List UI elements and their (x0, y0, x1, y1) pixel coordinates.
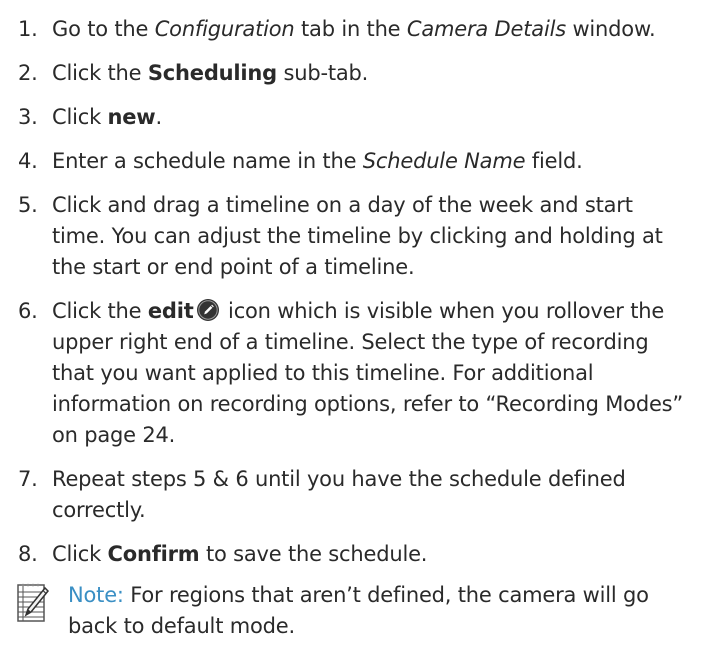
step-4: 4. Enter a schedule name in the Schedule… (18, 146, 690, 177)
button-name-confirm: Confirm (107, 542, 200, 566)
step-text: sub-tab. (277, 61, 369, 85)
step-text: tab in the (294, 17, 407, 41)
step-text: window. (565, 17, 656, 41)
step-7: 7. Repeat steps 5 & 6 until you have the… (18, 464, 690, 526)
step-number: 3. (18, 105, 38, 129)
step-text: Click (52, 542, 108, 566)
step-text: field. (525, 149, 583, 173)
field-name-schedule-name: Schedule Name (362, 149, 526, 173)
document-page: 1. Go to the Configuration tab in the Ca… (0, 0, 704, 662)
step-number: 8. (18, 542, 38, 566)
step-1: 1. Go to the Configuration tab in the Ca… (18, 14, 690, 45)
subtab-name-scheduling: Scheduling (147, 61, 277, 85)
step-2: 2. Click the Scheduling sub-tab. (18, 58, 690, 89)
note-body: For regions that aren’t defined, the cam… (68, 583, 649, 638)
step-5: 5. Click and drag a timeline on a day of… (18, 190, 690, 283)
step-number: 5. (18, 193, 38, 217)
step-text: Click and drag a timeline on a day of th… (52, 193, 663, 279)
step-number: 6. (18, 299, 38, 323)
step-text: Click the (52, 61, 148, 85)
step-8: 8. Click Confirm to save the schedule. (18, 539, 690, 570)
step-number: 4. (18, 149, 38, 173)
step-text: Enter a schedule name in the (52, 149, 363, 173)
step-text: Repeat steps 5 & 6 until you have the sc… (52, 467, 626, 522)
tab-name-configuration: Configuration (154, 17, 295, 41)
step-text: Click (52, 105, 108, 129)
step-6: 6. Click the edit icon which is visible … (18, 296, 690, 451)
action-name-edit: edit (147, 299, 194, 323)
note-text: Note: For regions that aren’t defined, t… (68, 580, 688, 642)
note-callout: Note: For regions that aren’t defined, t… (16, 580, 692, 650)
button-name-new: new (107, 105, 156, 129)
edit-icon (196, 298, 220, 322)
step-text: Go to the (52, 17, 155, 41)
step-3: 3. Click new. (18, 102, 690, 133)
note-label: Note: (68, 583, 124, 607)
notepad-pencil-icon (16, 582, 50, 624)
step-text: . (155, 105, 163, 129)
step-text: to save the schedule. (199, 542, 428, 566)
step-number: 7. (18, 467, 38, 491)
step-number: 2. (18, 61, 38, 85)
step-number: 1. (18, 17, 38, 41)
instruction-steps: 1. Go to the Configuration tab in the Ca… (18, 14, 690, 570)
step-text: Click the (52, 299, 148, 323)
window-name-camera-details: Camera Details (406, 17, 566, 41)
